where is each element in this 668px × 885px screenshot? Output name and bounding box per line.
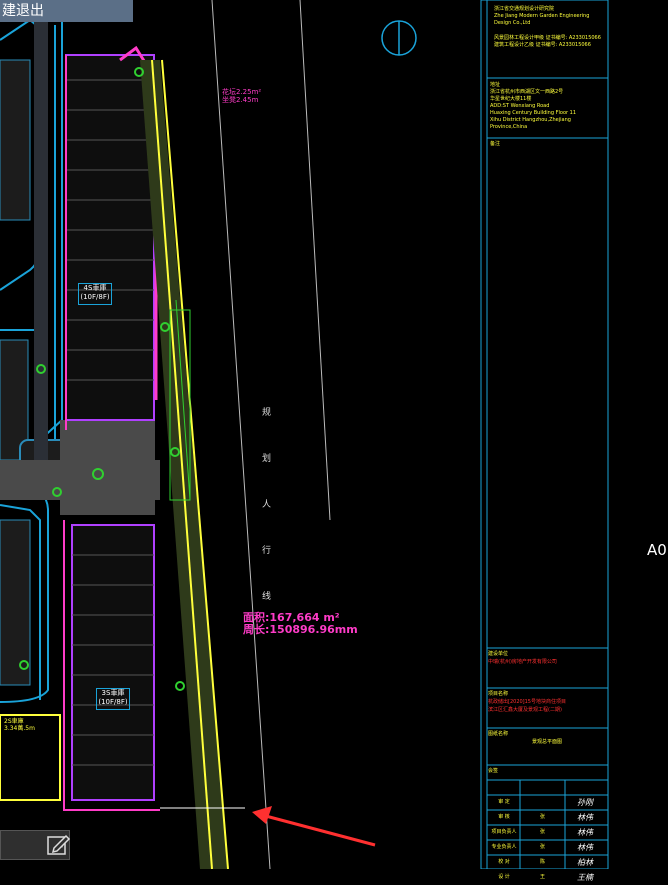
sign-name: 张 (539, 844, 545, 850)
sign-row: 设 计 王 王楠 (488, 870, 606, 885)
address-en-1: ADD:ST Wenxiang Road (490, 103, 550, 109)
sign-name: 王 (539, 874, 545, 880)
sign-signature: 林伟 (577, 813, 593, 822)
sign-role: 审 核 (498, 814, 510, 820)
sign-name: 张 (539, 829, 545, 835)
drawing-block: 图纸名称 景观总平面图 (488, 730, 606, 746)
left-block-1 (0, 59, 31, 221)
sign-signature: 林伟 (577, 828, 593, 837)
project-value-1: 杭政储出[2020]15号地块商住项目 (488, 699, 566, 705)
red-arrow-pointer (252, 806, 376, 847)
sign-header: 会签 (488, 768, 499, 774)
cert-line-2: 建筑工程设计乙级 证书编号: A233015066 (494, 42, 591, 48)
client-value: 中瑞(杭州)房地产开发有限公司 (488, 659, 557, 665)
drawing-value: 景观总平面图 (531, 739, 562, 745)
project-block: 项目名称 杭政储出[2020]15号地块商住项目 滨江区汇鑫大厦及景观工程(二期… (488, 690, 606, 714)
planning-char-1: 规 (262, 408, 272, 418)
exit-button[interactable]: 建退出 (0, 0, 133, 22)
building-south (71, 524, 155, 801)
perimeter-value: 周长:150896.96mm (243, 623, 358, 636)
edit-icon[interactable] (44, 832, 72, 858)
building-label-south: 3S車庫 (10F/8F) (96, 688, 130, 710)
sign-row: 审 核 张 林伟 (488, 810, 606, 825)
sign-row: 审 定 孙刚 (488, 795, 606, 810)
top-annotations: 花坛2.25m² 坐凳2.45m (222, 88, 261, 104)
client-block: 建设单位 中瑞(杭州)房地产开发有限公司 (488, 650, 606, 666)
sign-signature: 孙刚 (577, 798, 593, 807)
address-label: 地址 (490, 82, 501, 88)
notes-label: 备注 (490, 141, 501, 147)
address-en-2: Huaxing Century Building Floor 11 (490, 110, 577, 116)
sign-role: 审 定 (498, 799, 510, 805)
sign-row: 校 对 陈 柏林 (488, 855, 606, 870)
site-labels: 2S車庫 3.34萬.5m (4, 718, 35, 732)
road-east-west (0, 460, 160, 500)
sheet-size-label: A0 (647, 541, 667, 559)
building-label-north: 4S車庫 (10F/8F) (78, 283, 112, 305)
address-cn-2: 华星世纪大楼11楼 (490, 96, 532, 102)
project-label: 项目名称 (488, 691, 509, 697)
project-value-2: 滨江区汇鑫大厦及景观工程(二期) (488, 707, 562, 713)
building-label-south-name: 3S車庫 (101, 689, 125, 697)
site-label-2: 3.34萬.5m (4, 725, 35, 732)
sign-name: 张 (539, 814, 545, 820)
sign-row: 项目负责人 张 林伟 (488, 825, 606, 840)
sign-signature: 林伟 (577, 843, 593, 852)
company-name-cn: 浙江省交通规划设计研究院 (494, 6, 555, 12)
company-name-en: Zhe Jiang Modern Garden Engineering Desi… (494, 13, 590, 26)
texture-strip (34, 20, 48, 490)
planning-char-2: 划 (262, 454, 272, 464)
building-label-north-name: 4S車庫 (83, 284, 107, 292)
drawing-label: 图纸名称 (488, 731, 509, 737)
top-annotation-1: 花坛2.25m² (222, 88, 262, 96)
planning-line-label: 规 划 人 行 线 (262, 390, 272, 620)
sign-role: 设 计 (498, 874, 510, 880)
cert-line-1: 风景园林工程设计甲级 证书编号: A233015066 (494, 35, 601, 41)
building-label-south-sub: (10F/8F) (98, 698, 128, 706)
address-en-3: Xihu District Hangzhou,Zhejiang Province… (490, 117, 571, 130)
north-arrow-icon (381, 20, 417, 56)
sign-role: 专业负责人 (491, 844, 517, 850)
address-cn-1: 浙江省杭州市西湖区文一西路2号 (490, 89, 564, 95)
sign-signature: 柏林 (577, 858, 593, 867)
site-label-1: 2S車庫 (4, 718, 24, 725)
planning-char-3: 人 (262, 500, 272, 510)
planning-line-2 (299, 0, 331, 521)
building-label-north-sub: (10F/8F) (80, 293, 110, 301)
address-block: 地址 浙江省杭州市西湖区文一西路2号 华星世纪大楼11楼 ADD:ST Wenx… (490, 82, 606, 131)
title-block-header: 浙江省交通规划设计研究院 Zhe Jiang Modern Garden Eng… (494, 6, 606, 49)
client-label: 建设单位 (488, 651, 509, 657)
planning-char-5: 线 (262, 592, 272, 602)
building-north (65, 54, 155, 421)
planning-char-4: 行 (262, 546, 272, 556)
sign-row: 专业负责人 张 林伟 (488, 840, 606, 855)
area-annotation: 面积:167,664 m² 周长:150896.96mm (243, 612, 358, 636)
sign-name (520, 795, 565, 810)
top-annotation-2: 坐凳2.45m (222, 96, 259, 104)
sign-name: 陈 (539, 859, 545, 865)
sign-signature: 王楠 (577, 873, 593, 882)
sign-role: 项目负责人 (491, 829, 517, 835)
edge-line-yellow-1 (151, 59, 213, 869)
sign-table: 审 定孙刚审 核张林伟 项目负责人张林伟 专业负责人张林伟校 对陈柏林设 计王王楠 (488, 795, 606, 885)
sign-role: 校 对 (498, 859, 510, 865)
